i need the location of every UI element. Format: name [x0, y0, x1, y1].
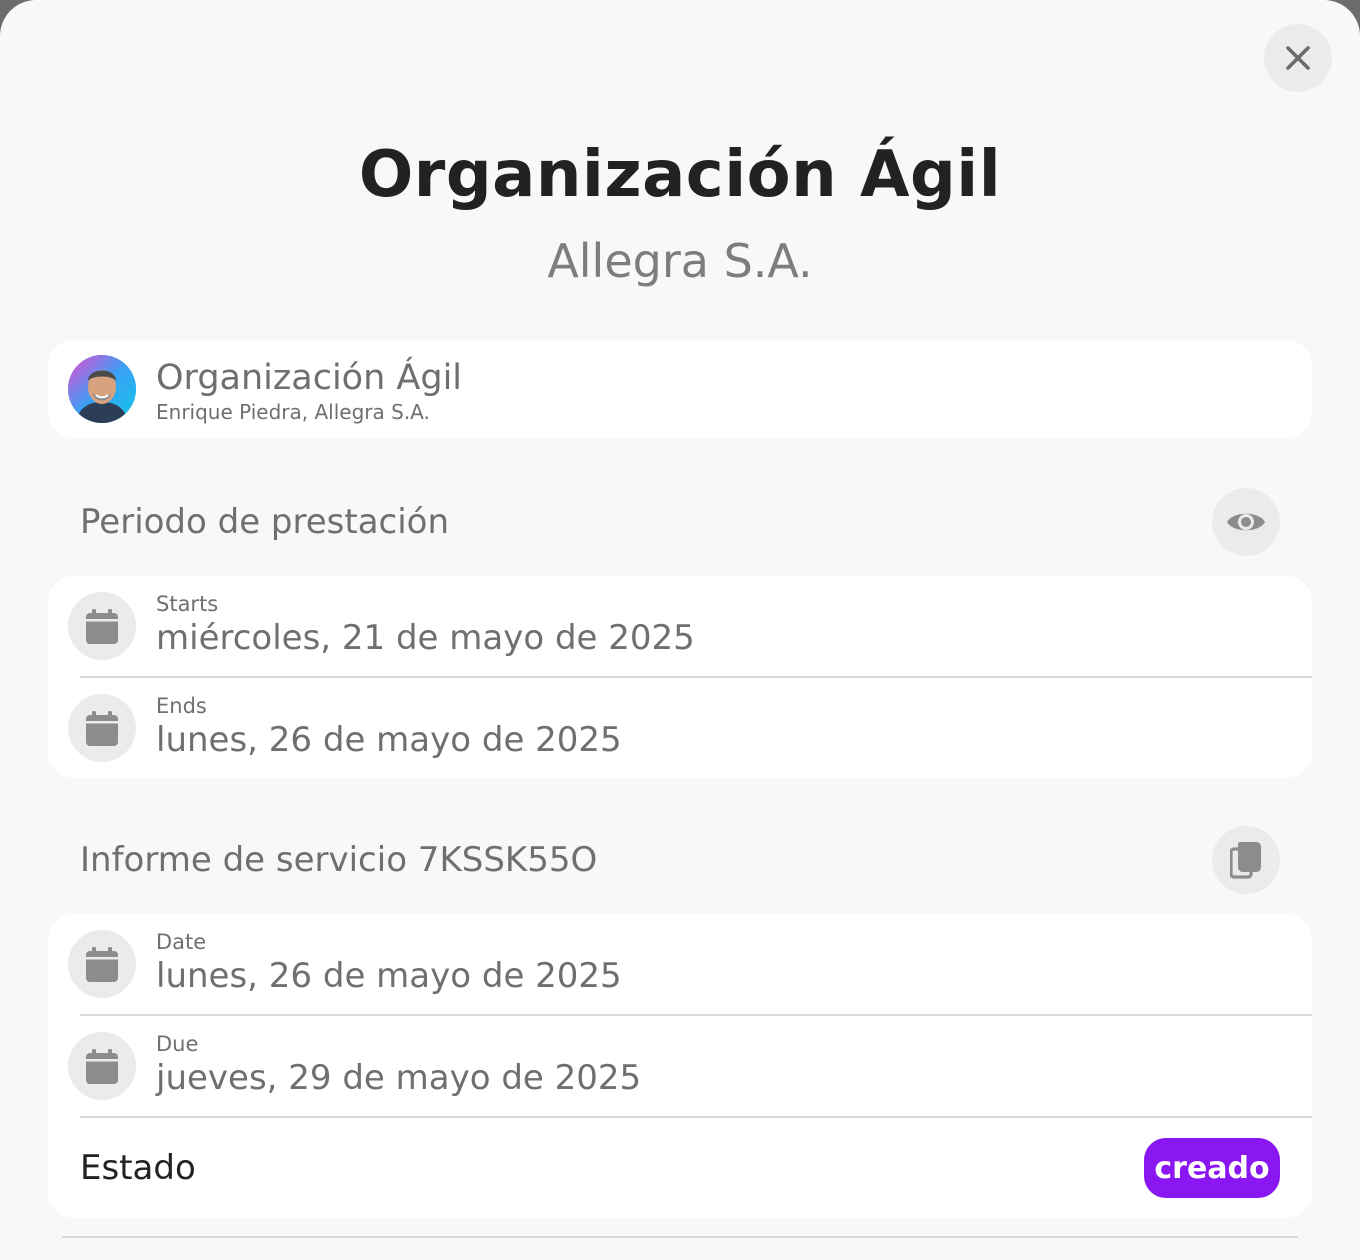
- status-badge: creado: [1144, 1138, 1280, 1198]
- close-button[interactable]: [1264, 24, 1332, 92]
- report-section-title: Informe de servicio 7KSSK55O: [80, 840, 598, 880]
- divider: [80, 1116, 1312, 1118]
- period-start-row[interactable]: Starts miércoles, 21 de mayo de 2025: [48, 576, 1312, 678]
- ends-label: Ends: [156, 694, 207, 718]
- report-due-row[interactable]: Due jueves, 29 de mayo de 2025: [48, 1016, 1312, 1118]
- report-date-row[interactable]: Date lunes, 26 de mayo de 2025: [48, 914, 1312, 1016]
- eye-icon: [1227, 513, 1265, 531]
- project-people: Enrique Piedra, Allegra S.A.: [156, 400, 430, 424]
- due-label: Due: [156, 1032, 199, 1056]
- calendar-icon: [86, 609, 118, 644]
- calendar-icon-wrap: [68, 592, 136, 660]
- ends-value: lunes, 26 de mayo de 2025: [156, 720, 622, 760]
- details-modal: Organización Ágil Allegra S.A. Organizac…: [0, 0, 1360, 1260]
- copy-report-button[interactable]: [1212, 826, 1280, 894]
- calendar-icon: [86, 711, 118, 746]
- avatar: [68, 355, 136, 423]
- view-period-button[interactable]: [1212, 488, 1280, 556]
- calendar-icon-wrap: [68, 1032, 136, 1100]
- starts-value: miércoles, 21 de mayo de 2025: [156, 618, 695, 658]
- page-title: Organización Ágil: [358, 138, 1002, 212]
- report-card: Date lunes, 26 de mayo de 2025 Due jueve…: [48, 914, 1312, 1218]
- due-value: jueves, 29 de mayo de 2025: [156, 1058, 642, 1098]
- period-end-row[interactable]: Ends lunes, 26 de mayo de 2025: [48, 678, 1312, 780]
- calendar-icon-wrap: [68, 694, 136, 762]
- copy-icon: [1230, 842, 1261, 879]
- status-label: Estado: [80, 1148, 196, 1188]
- calendar-icon: [86, 947, 118, 982]
- starts-label: Starts: [156, 592, 219, 616]
- project-name: Organización Ágil: [156, 358, 463, 398]
- page-subtitle: Allegra S.A.: [547, 234, 813, 288]
- project-card[interactable]: Organización Ágil Enrique Piedra, Allegr…: [48, 340, 1312, 438]
- calendar-icon: [86, 1049, 118, 1084]
- period-card: Starts miércoles, 21 de mayo de 2025 End…: [48, 576, 1312, 778]
- date-value: lunes, 26 de mayo de 2025: [156, 956, 622, 996]
- close-icon: [1286, 46, 1310, 70]
- divider: [62, 1236, 1298, 1238]
- date-label: Date: [156, 930, 207, 954]
- period-section-title: Periodo de prestación: [80, 502, 450, 542]
- calendar-icon-wrap: [68, 930, 136, 998]
